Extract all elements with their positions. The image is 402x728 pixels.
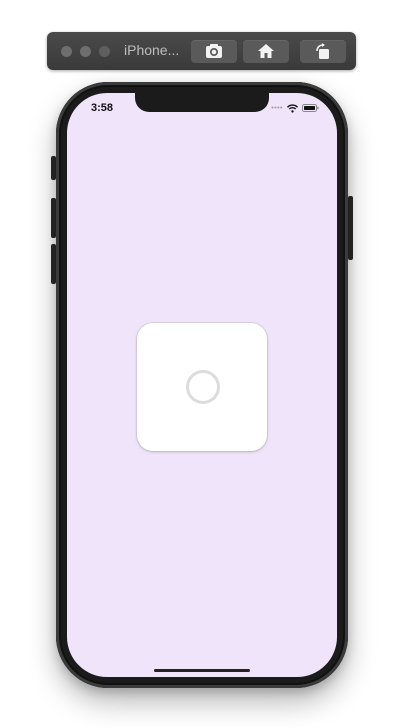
minimize-window-button[interactable] (80, 46, 91, 57)
close-window-button[interactable] (61, 46, 72, 57)
screenshot-button[interactable] (191, 40, 237, 63)
power-button (348, 196, 353, 260)
phone-screen[interactable]: 3:58 •••• (67, 93, 337, 677)
home-button[interactable] (243, 40, 289, 63)
wifi-icon (287, 103, 298, 113)
cellular-dots-icon: •••• (271, 104, 283, 112)
status-icons: •••• (271, 103, 319, 113)
status-time: 3:58 (91, 102, 114, 114)
rotate-icon (316, 43, 329, 59)
home-icon (258, 44, 274, 58)
simulator-stage: iPhone... 3:58 •••• (0, 0, 402, 728)
zoom-window-button[interactable] (99, 46, 110, 57)
home-indicator[interactable] (154, 669, 250, 672)
loading-card (137, 323, 267, 451)
device-title: iPhone... (124, 42, 180, 58)
screenshot-icon (206, 44, 222, 58)
rotate-button[interactable] (300, 40, 346, 63)
notch (135, 93, 269, 112)
spinner-ring-icon (186, 370, 220, 404)
battery-icon (302, 104, 319, 112)
simulator-toolbar: iPhone... (47, 32, 356, 70)
